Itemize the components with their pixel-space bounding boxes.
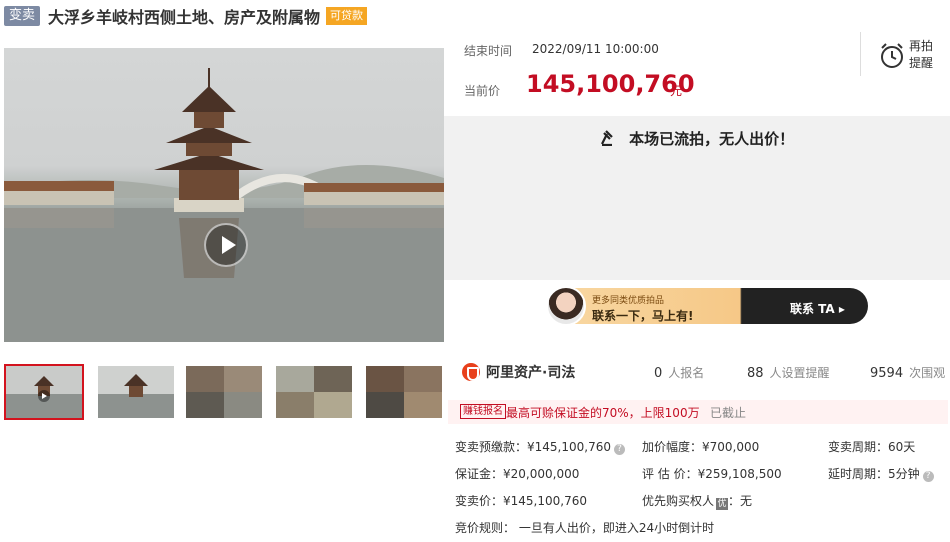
thumbnail-1[interactable] xyxy=(4,364,84,420)
increment: 加价幅度：¥700,000 xyxy=(642,440,760,454)
contact-banner: 更多同类优质拍品 联系一下，马上有! 联系 TA ▸ xyxy=(448,280,948,338)
main-image[interactable] xyxy=(4,48,444,342)
stats-row: 阿里资产·司法 0 人报名 88 人设置提醒 9594 次围观 xyxy=(448,352,948,392)
loan-badge[interactable]: 可贷款 xyxy=(326,7,368,25)
ali-assets-logo-icon xyxy=(462,363,480,381)
contact-ta-button[interactable]: 联系 TA ▸ xyxy=(790,300,845,317)
contact-button-label: 联系 TA xyxy=(790,302,835,316)
help-icon[interactable]: ? xyxy=(922,471,934,482)
thumbnail-3[interactable] xyxy=(186,366,262,418)
thumbnail-5[interactable] xyxy=(366,366,442,418)
reminder-count: 88 人设置提醒 xyxy=(747,364,830,381)
presale-price: 变卖预缴款：¥145,100,760? xyxy=(455,438,625,455)
signup-count-unit: 人报名 xyxy=(668,366,705,380)
reminder-label: 再拍提醒 xyxy=(909,39,934,70)
sale-type-badge: 变卖 xyxy=(4,6,41,26)
auction-info: 结束时间 2022/09/11 10:00:00 当前价 145,100,760… xyxy=(444,32,950,116)
signup-count: 0 人报名 xyxy=(654,364,704,381)
view-count-unit: 次围观 xyxy=(909,366,946,380)
reauction-reminder-button[interactable]: 再拍提醒 xyxy=(860,32,950,76)
thumbnail-2[interactable] xyxy=(98,366,174,418)
pagoda-lake-photo xyxy=(4,68,444,342)
brand[interactable]: 阿里资产·司法 xyxy=(462,362,575,382)
presale-price-text: 变卖预缴款：¥145,100,760 xyxy=(455,440,611,454)
brand-name: 阿里资产·司法 xyxy=(486,365,576,381)
price-unit: 元 xyxy=(670,84,683,98)
price-label: 当前价 xyxy=(464,84,501,98)
priority-buyer: 优先购买权人优：无 xyxy=(642,492,752,510)
alarm-clock-icon xyxy=(881,43,903,68)
priority-buyer-label: 优先购买权人 xyxy=(642,494,715,508)
title-bar: 变卖 大浮乡羊岐村西侧土地、房产及附属物 可贷款 xyxy=(4,5,368,27)
contact-subtext: 更多同类优质拍品 xyxy=(592,296,665,306)
sale-period: 变卖周期：60天 xyxy=(828,440,916,454)
deposit-credit-badge: 赚钱报名 xyxy=(460,404,506,419)
deposit-credit-text: 最高可赊保证金的70%，上限100万 xyxy=(506,406,700,420)
reminder-count-unit: 人设置提醒 xyxy=(769,366,830,380)
signup-count-value: 0 xyxy=(654,366,663,381)
end-time-label: 结束时间 xyxy=(464,44,513,58)
auction-status-text: 本场已流拍，无人出价！ xyxy=(629,130,795,148)
auction-status-panel: 本场已流拍，无人出价！ xyxy=(444,116,950,280)
sale-price: 变卖价：¥145,100,760 xyxy=(455,494,587,508)
auction-status: 本场已流拍，无人出价！ xyxy=(444,128,950,149)
page-title: 大浮乡羊岐村西侧土地、房产及附属物 xyxy=(48,8,321,27)
help-icon[interactable]: ? xyxy=(613,444,625,455)
play-video-button[interactable] xyxy=(204,223,248,267)
thumbnail-4[interactable] xyxy=(276,366,352,418)
security-deposit: 保证金：¥20,000,000 xyxy=(455,467,580,481)
bidding-rule: 竞价规则： 一旦有人出价，即进入24小时倒计时 xyxy=(455,521,715,535)
delay-period: 延时周期：5分钟? xyxy=(828,465,934,482)
priority-icon: 优 xyxy=(716,498,729,510)
view-count: 9594 次围观 xyxy=(870,364,945,381)
contact-headline: 联系一下，马上有! xyxy=(592,309,694,323)
agent-avatar xyxy=(546,286,586,326)
end-time-value: 2022/09/11 10:00:00 xyxy=(532,42,659,56)
delay-period-text: 延时周期：5分钟 xyxy=(828,467,920,481)
appraisal-price: 评 估 价：¥259,108,500 xyxy=(642,467,782,481)
priority-buyer-value: ：无 xyxy=(728,494,753,508)
deposit-credit-status: 已截止 xyxy=(710,406,747,420)
deposit-credit-row: 赚钱报名 最高可赊保证金的70%，上限100万 已截止 xyxy=(448,400,948,424)
caret-right-icon: ▸ xyxy=(838,302,845,316)
reminder-count-value: 88 xyxy=(747,366,764,381)
view-count-value: 9594 xyxy=(870,366,904,381)
thumbnail-strip xyxy=(4,364,444,422)
gavel-icon xyxy=(600,130,613,147)
